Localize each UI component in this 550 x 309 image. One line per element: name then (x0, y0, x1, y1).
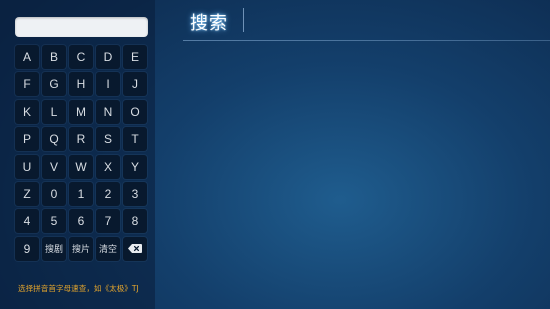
key-d[interactable]: D (96, 45, 120, 69)
key-3[interactable]: 3 (123, 181, 147, 206)
search-input[interactable] (15, 17, 148, 37)
search-drama-button[interactable]: 搜剧 (42, 236, 66, 261)
key-8[interactable]: 8 (123, 209, 147, 234)
key-m[interactable]: M (69, 99, 93, 124)
backspace-icon (128, 244, 142, 254)
key-j[interactable]: J (123, 72, 147, 97)
title-divider (243, 8, 244, 32)
keyboard-panel: A B C D E F G H I J K L M N O P Q R S T … (0, 0, 155, 309)
clear-button[interactable]: 清空 (96, 236, 120, 261)
key-y[interactable]: Y (123, 154, 147, 179)
key-h[interactable]: H (69, 72, 93, 97)
key-0[interactable]: 0 (42, 181, 66, 206)
key-x[interactable]: X (96, 154, 120, 179)
key-q[interactable]: Q (42, 127, 66, 152)
key-s[interactable]: S (96, 127, 120, 152)
key-e[interactable]: E (123, 45, 147, 69)
key-4[interactable]: 4 (15, 209, 39, 234)
key-f[interactable]: F (15, 72, 39, 97)
page-title: 搜索 (190, 13, 228, 34)
key-g[interactable]: G (42, 72, 66, 97)
key-p[interactable]: P (15, 127, 39, 152)
key-6[interactable]: 6 (69, 209, 93, 234)
key-o[interactable]: O (123, 99, 147, 124)
key-i[interactable]: I (96, 72, 120, 97)
key-9[interactable]: 9 (15, 236, 39, 261)
key-t[interactable]: T (123, 127, 147, 152)
keyboard-grid: A B C D E F G H I J K L M N O P Q R S T … (15, 45, 150, 261)
key-u[interactable]: U (15, 154, 39, 179)
key-w[interactable]: W (69, 154, 93, 179)
key-r[interactable]: R (69, 127, 93, 152)
key-k[interactable]: K (15, 99, 39, 124)
key-l[interactable]: L (42, 99, 66, 124)
key-c[interactable]: C (69, 45, 93, 69)
key-z[interactable]: Z (15, 181, 39, 206)
key-n[interactable]: N (96, 99, 120, 124)
key-7[interactable]: 7 (96, 209, 120, 234)
key-5[interactable]: 5 (42, 209, 66, 234)
backspace-button[interactable] (123, 236, 147, 261)
search-hint-text: 选择拼音首字母速查，如《太极》TJ (18, 284, 139, 293)
key-b[interactable]: B (42, 45, 66, 69)
header-divider (183, 40, 550, 41)
key-2[interactable]: 2 (96, 181, 120, 206)
search-movie-button[interactable]: 搜片 (69, 236, 93, 261)
key-a[interactable]: A (15, 45, 39, 69)
key-1[interactable]: 1 (69, 181, 93, 206)
key-v[interactable]: V (42, 154, 66, 179)
